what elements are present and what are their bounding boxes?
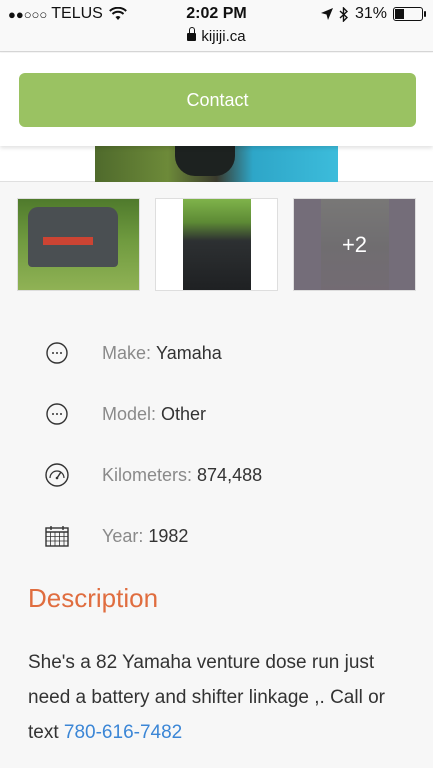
attribute-make: Make: Yamaha xyxy=(44,338,222,368)
url-bar[interactable]: kijiji.ca xyxy=(0,26,433,52)
description-heading: Description xyxy=(28,583,159,613)
url-domain: kijiji.ca xyxy=(201,28,246,45)
bluetooth-icon xyxy=(339,6,348,22)
thumbnail-strip: +2 xyxy=(17,198,417,291)
status-icons: 31% xyxy=(320,5,426,23)
tag-icon xyxy=(44,401,70,427)
thumbnail-more[interactable]: +2 xyxy=(293,198,416,291)
status-bar: ●●○○○ TELUS 2:02 PM 31% xyxy=(0,0,433,26)
calendar-icon xyxy=(44,523,70,549)
main-photo[interactable] xyxy=(95,146,338,182)
lock-icon xyxy=(187,27,197,41)
thumbnail-photo xyxy=(183,199,251,290)
photo-detail xyxy=(175,146,235,176)
battery-level xyxy=(395,9,404,19)
tag-icon xyxy=(44,340,70,366)
speedometer-icon xyxy=(44,462,70,488)
battery-icon xyxy=(393,7,426,21)
attribute-label: Make: xyxy=(102,342,152,363)
attribute-value: Yamaha xyxy=(156,342,222,363)
location-arrow-icon xyxy=(320,8,333,20)
phone-link[interactable]: 780-616-7482 xyxy=(64,722,182,743)
attribute-value: 1982 xyxy=(148,525,189,546)
attribute-label: Model: xyxy=(102,403,157,424)
thumbnail-2[interactable] xyxy=(155,198,278,291)
more-photos-count: +2 xyxy=(294,199,415,290)
main-photo-area xyxy=(0,146,433,182)
battery-percent: 31% xyxy=(354,5,387,22)
description-text: She's a 82 Yamaha venture dose run just … xyxy=(28,645,418,750)
attribute-label: Kilometers: xyxy=(102,464,193,485)
attribute-value: Other xyxy=(161,403,207,424)
attribute-label: Year: xyxy=(102,525,144,546)
attribute-year: Year: 1982 xyxy=(44,521,188,551)
contact-button[interactable]: Contact xyxy=(19,73,416,127)
contact-panel: Contact xyxy=(0,53,433,146)
attribute-value: 874,488 xyxy=(197,464,263,485)
thumbnail-1[interactable] xyxy=(17,198,140,291)
thumbnail-photo xyxy=(28,207,118,267)
attribute-model: Model: Other xyxy=(44,399,206,429)
attribute-kilometers: Kilometers: 874,488 xyxy=(44,460,262,490)
